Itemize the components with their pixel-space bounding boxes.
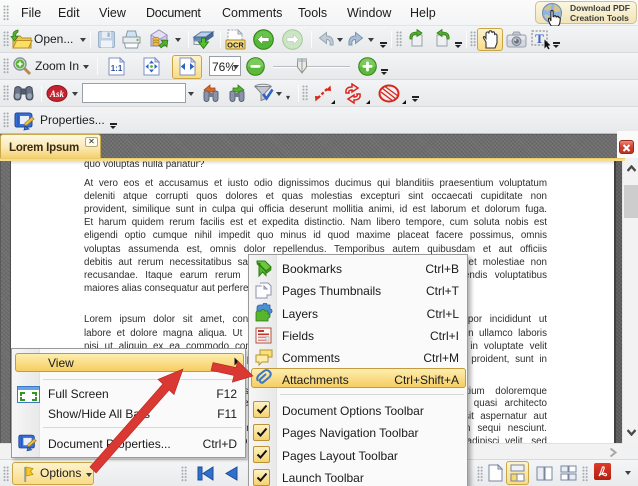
- svg-text:T: T: [535, 31, 544, 46]
- svg-text:Ask: Ask: [49, 89, 65, 99]
- svg-text:1:1: 1:1: [111, 64, 123, 73]
- svg-text:OCR: OCR: [227, 41, 244, 50]
